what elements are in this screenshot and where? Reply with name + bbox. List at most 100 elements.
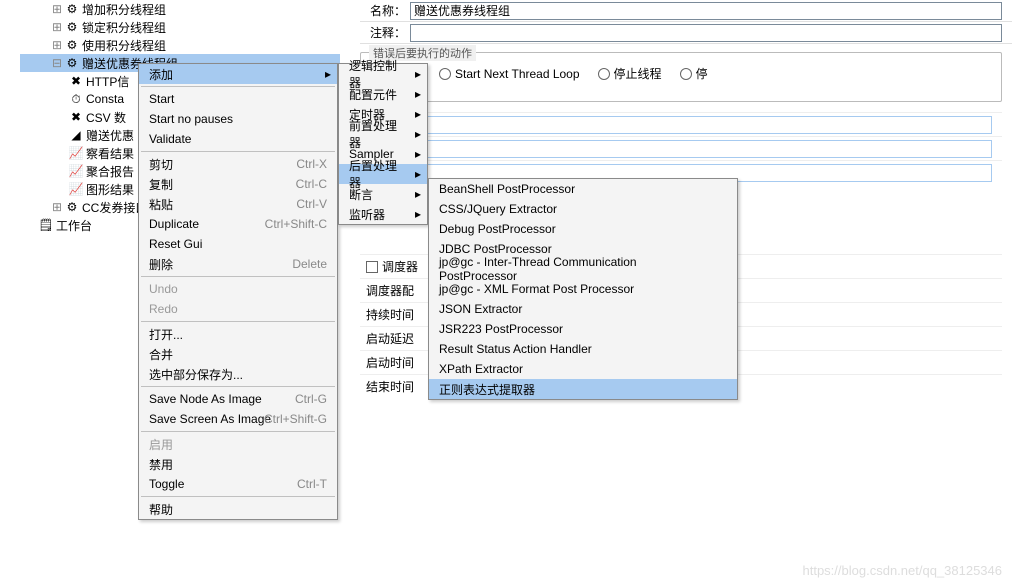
menu-item-label: Debug PostProcessor: [439, 222, 556, 236]
menu-item[interactable]: 复制Ctrl-C: [139, 174, 337, 194]
menu-item-label: Start no pauses: [149, 112, 233, 126]
menu-item[interactable]: Start: [139, 89, 337, 109]
thread-group-icon: ⚙: [64, 19, 80, 35]
tree-node[interactable]: ⊞⚙使用积分线程组: [20, 36, 340, 54]
menu-item-label: 监听器: [349, 206, 385, 223]
comment-input[interactable]: [410, 24, 1002, 42]
submenu-arrow-icon: ▸: [415, 167, 421, 181]
menu-item-label: CSS/JQuery Extractor: [439, 202, 557, 216]
menu-item-label: 合并: [149, 346, 173, 363]
menu-item-label: 删除: [149, 256, 173, 273]
menu-separator: [141, 496, 335, 497]
menu-item[interactable]: Validate: [139, 129, 337, 149]
menu-item[interactable]: 粘贴 Ctrl-V: [139, 194, 337, 214]
radio-start-next-loop[interactable]: Start Next Thread Loop: [439, 67, 580, 81]
menu-item[interactable]: 帮助: [139, 499, 337, 519]
expand-icon[interactable]: ⊞: [50, 2, 64, 16]
menu-item[interactable]: Save Node As ImageCtrl-G: [139, 389, 337, 409]
menu-item: 启用: [139, 434, 337, 454]
menu-item-label: 选中部分保存为...: [149, 366, 243, 383]
menu-item-label: 复制: [149, 176, 173, 193]
radio-icon: [439, 68, 451, 80]
menu-item[interactable]: 后置处理器▸: [339, 164, 427, 184]
menu-item[interactable]: Result Status Action Handler: [429, 339, 737, 359]
thread-group-icon: ⚙: [64, 37, 80, 53]
menu-item[interactable]: Save Screen As ImageCtrl+Shift-G: [139, 409, 337, 429]
menu-item-label: Redo: [149, 302, 178, 316]
menu-item[interactable]: jp@gc - Inter-Thread Communication PostP…: [429, 259, 737, 279]
menu-item-label: XPath Extractor: [439, 362, 523, 376]
menu-shortcut: Ctrl-V: [296, 197, 327, 211]
menu-item[interactable]: 配置元件▸: [339, 84, 427, 104]
listener-icon: 📈: [68, 163, 84, 179]
name-input[interactable]: [410, 2, 1002, 20]
menu-item[interactable]: ToggleCtrl-T: [139, 474, 337, 494]
menu-item-label: 正则表达式提取器: [439, 381, 535, 398]
expand-icon[interactable]: ⊞: [50, 38, 64, 52]
context-menu: 添加▸StartStart no pausesValidate剪切Ctrl-X复…: [138, 63, 338, 520]
submenu-arrow-icon: ▸: [415, 187, 421, 201]
menu-item[interactable]: 删除Delete: [139, 254, 337, 274]
menu-item: Undo: [139, 279, 337, 299]
menu-item[interactable]: 正则表达式提取器: [429, 379, 737, 399]
menu-item[interactable]: XPath Extractor: [429, 359, 737, 379]
collapse-icon[interactable]: ⊟: [50, 56, 64, 70]
menu-item-label: 启用: [149, 436, 173, 453]
menu-item[interactable]: JSR223 PostProcessor: [429, 319, 737, 339]
menu-item-label: 断言: [349, 186, 373, 203]
add-submenu: 逻辑控制器▸配置元件▸定时器▸前置处理器▸Sampler▸后置处理器▸断言▸监听…: [338, 63, 428, 225]
menu-item-label: Save Screen As Image: [149, 412, 271, 426]
thread-group-icon: ⚙: [64, 55, 80, 71]
menu-item[interactable]: BeanShell PostProcessor: [429, 179, 737, 199]
menu-item[interactable]: JSON Extractor: [429, 299, 737, 319]
config-field[interactable]: [366, 140, 992, 158]
menu-item[interactable]: 剪切Ctrl-X: [139, 154, 337, 174]
expand-icon[interactable]: ⊞: [50, 200, 64, 214]
tree-node[interactable]: ⊞⚙锁定积分线程组: [20, 18, 340, 36]
menu-item[interactable]: 合并: [139, 344, 337, 364]
menu-item[interactable]: Debug PostProcessor: [429, 219, 737, 239]
menu-item[interactable]: 禁用: [139, 454, 337, 474]
menu-item-label: JDBC PostProcessor: [439, 242, 552, 256]
comment-label: 注释：: [360, 24, 410, 41]
menu-item-label: 添加: [149, 66, 173, 83]
menu-item[interactable]: Start no pauses: [139, 109, 337, 129]
menu-item[interactable]: CSS/JQuery Extractor: [429, 199, 737, 219]
menu-item[interactable]: 前置处理器▸: [339, 124, 427, 144]
menu-item[interactable]: 添加▸: [139, 64, 337, 84]
radio-icon: [598, 68, 610, 80]
menu-item[interactable]: 打开...: [139, 324, 337, 344]
thread-group-icon: ⚙: [64, 199, 80, 215]
listener-icon: 📈: [68, 145, 84, 161]
menu-item: Redo: [139, 299, 337, 319]
menu-item-label: JSR223 PostProcessor: [439, 322, 563, 336]
menu-separator: [141, 276, 335, 277]
config-field[interactable]: [366, 116, 992, 134]
radio-icon: [680, 68, 692, 80]
menu-item-label: Start: [149, 92, 174, 106]
menu-item-label: 打开...: [149, 326, 183, 343]
menu-item[interactable]: DuplicateCtrl+Shift-C: [139, 214, 337, 234]
submenu-arrow-icon: ▸: [415, 107, 421, 121]
menu-item[interactable]: 选中部分保存为...: [139, 364, 337, 384]
menu-item-label: BeanShell PostProcessor: [439, 182, 575, 196]
scheduler-checkbox[interactable]: [366, 261, 378, 273]
menu-item[interactable]: Reset Gui: [139, 234, 337, 254]
watermark: https://blog.csdn.net/qq_38125346: [803, 563, 1003, 578]
thread-group-icon: ⚙: [64, 1, 80, 17]
menu-item-label: Undo: [149, 282, 178, 296]
tree-node[interactable]: ⊞⚙增加积分线程组: [20, 0, 340, 18]
radio-stop-thread[interactable]: 停止线程: [598, 65, 662, 82]
radio-stop[interactable]: 停: [680, 65, 708, 82]
expand-icon[interactable]: ⊞: [50, 20, 64, 34]
config-icon: ✖: [68, 73, 84, 89]
menu-item[interactable]: 断言 ▸: [339, 184, 427, 204]
scheduler-label: 调度器: [382, 258, 418, 275]
workbench-icon: 🗒: [38, 217, 54, 233]
menu-item[interactable]: jp@gc - XML Format Post Processor: [429, 279, 737, 299]
menu-item-label: 粘贴: [149, 196, 173, 213]
menu-item[interactable]: 监听器▸: [339, 204, 427, 224]
menu-item[interactable]: 逻辑控制器▸: [339, 64, 427, 84]
menu-item-label: JSON Extractor: [439, 302, 522, 316]
menu-separator: [141, 151, 335, 152]
